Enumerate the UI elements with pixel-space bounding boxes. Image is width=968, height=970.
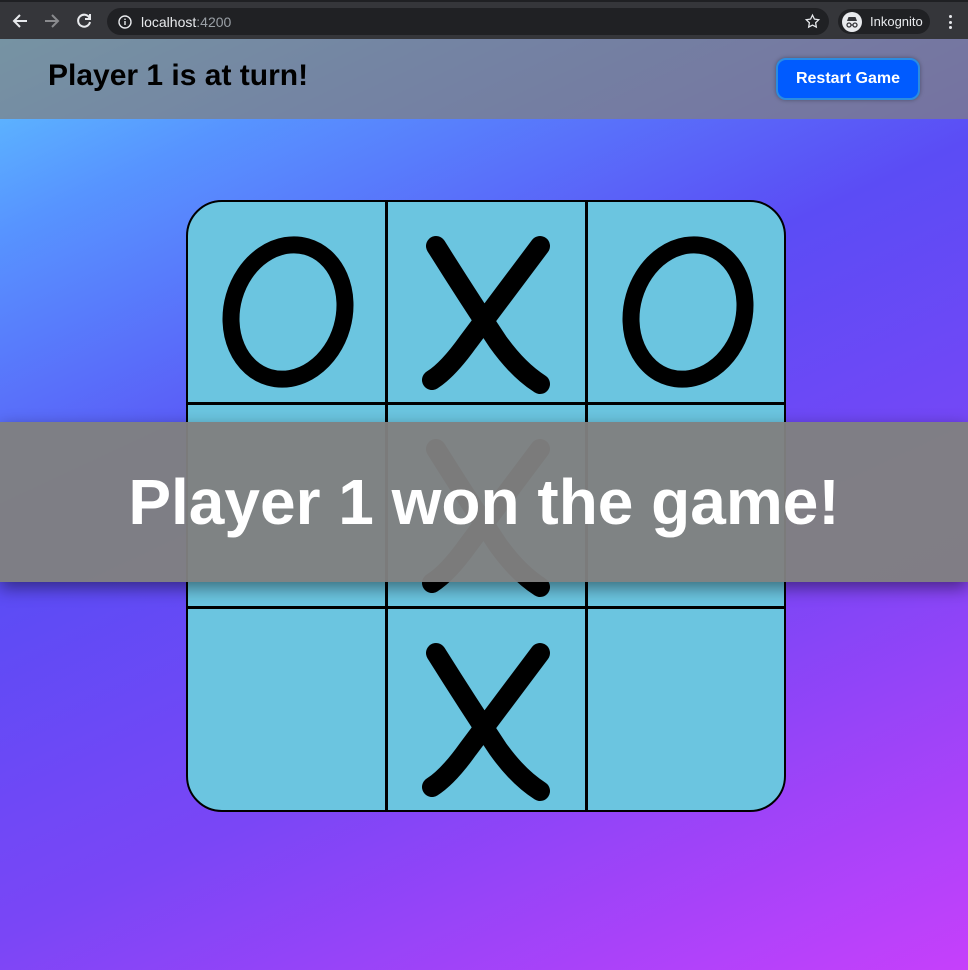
- forward-arrow-icon: [45, 13, 60, 28]
- turn-status: Player 1 is at turn!: [48, 59, 309, 92]
- board-cell-2-0[interactable]: [188, 609, 388, 810]
- url-text[interactable]: localhost:4200: [141, 14, 231, 30]
- back-button[interactable]: [8, 9, 32, 33]
- winner-message: Player 1 won the game!: [128, 466, 840, 538]
- browser-menu-button[interactable]: [942, 12, 958, 32]
- reload-icon: [77, 13, 91, 28]
- menu-dot-icon: [948, 20, 952, 24]
- board-cell-2-1[interactable]: [388, 609, 588, 810]
- game-header: Player 1 is at turn! Restart Game: [0, 39, 968, 119]
- board-cell-0-1[interactable]: [388, 202, 588, 406]
- winner-banner: Player 1 won the game!: [0, 422, 968, 582]
- board-cell-0-0[interactable]: [188, 202, 388, 406]
- menu-dot-icon: [948, 26, 952, 29]
- restart-game-button[interactable]: Restart Game: [776, 58, 920, 100]
- back-arrow-icon: [12, 13, 27, 28]
- url-host: localhost: [141, 13, 197, 30]
- bookmark-star-icon[interactable]: [804, 13, 821, 30]
- incognito-icon: [842, 11, 862, 32]
- menu-dot-icon: [948, 15, 952, 18]
- o-mark: [222, 236, 354, 388]
- x-mark: [422, 236, 550, 394]
- reload-button[interactable]: [72, 9, 96, 33]
- incognito-profile-button[interactable]: Inkognito: [838, 9, 930, 34]
- board-cell-0-2[interactable]: [588, 202, 784, 406]
- board-divider: [188, 606, 784, 609]
- forward-button[interactable]: [40, 9, 64, 33]
- game-page: Player 1 is at turn! Restart Game Player…: [0, 39, 968, 970]
- board-cell-2-2[interactable]: [588, 609, 784, 810]
- board-divider: [188, 402, 784, 405]
- x-mark: [422, 643, 550, 801]
- profile-label: Inkognito: [870, 14, 923, 29]
- browser-toolbar: localhost:4200 Inkognito: [0, 0, 968, 39]
- url-port: :4200: [196, 13, 232, 30]
- o-mark: [622, 236, 754, 388]
- address-bar[interactable]: localhost:4200: [107, 8, 829, 35]
- info-icon[interactable]: [117, 14, 133, 30]
